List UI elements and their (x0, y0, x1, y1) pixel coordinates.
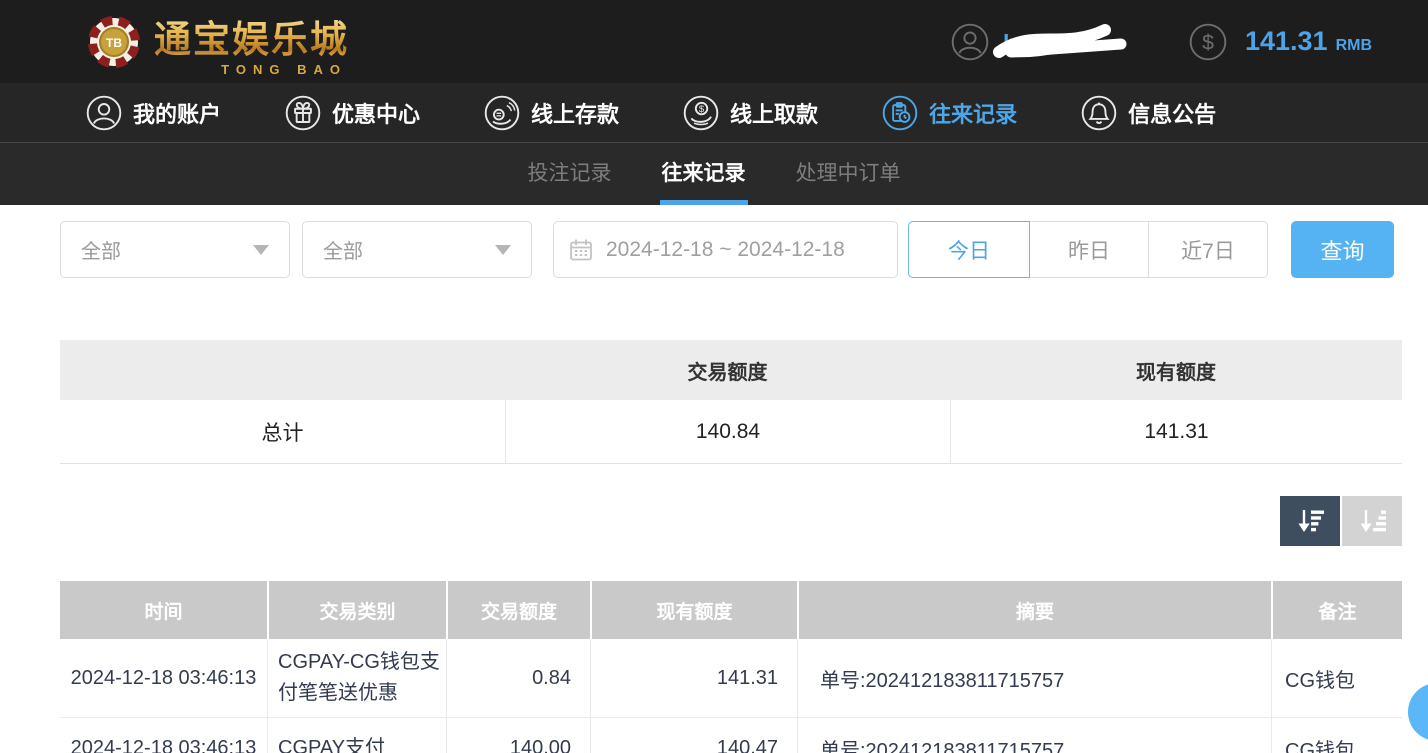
summary-total-label: 总计 (60, 400, 505, 463)
svg-text:$: $ (1202, 31, 1214, 54)
cell-summary: 单号:202412183811715757 (797, 639, 1271, 717)
summary-header-transaction-amount: 交易额度 (505, 340, 950, 400)
withdraw-hand-coin-icon: $ (683, 95, 719, 131)
summary-header-empty (60, 340, 505, 400)
nav-label: 往来记录 (929, 97, 1017, 129)
chevron-down-icon (253, 245, 269, 255)
quick-range-today-button[interactable]: 今日 (908, 221, 1030, 278)
quick-range-group: 今日 昨日 近7日 (908, 221, 1268, 278)
brand-name-en: TONG BAO (221, 62, 347, 77)
cell-amount: 140.00 (446, 718, 590, 753)
summary-header-current-balance: 现有额度 (950, 340, 1402, 400)
cell-amount: 0.84 (446, 639, 590, 717)
sort-ascending-icon (1356, 506, 1388, 536)
cell-note: CG钱包 (1271, 718, 1402, 753)
date-range-input[interactable]: 2024-12-18 ~ 2024-12-18 (553, 221, 898, 278)
sort-ascending-button[interactable] (1342, 496, 1402, 546)
table-header-row: 时间 交易类别 交易额度 现有额度 摘要 备注 (60, 581, 1402, 639)
user-area: bc7325 $ 141.31 RMB (951, 20, 1372, 64)
quick-range-yesterday-button[interactable]: 昨日 (1029, 221, 1149, 278)
tab-transaction-records[interactable]: 往来记录 (660, 143, 748, 205)
summary-table: 交易额度 现有额度 总计 140.84 141.31 (60, 340, 1402, 464)
svg-text:TB: TB (106, 36, 122, 50)
poker-chip-logo-icon: TB (88, 16, 140, 68)
date-range-value: 2024-12-18 ~ 2024-12-18 (606, 238, 845, 262)
nav-item-transaction-records[interactable]: 往来记录 (882, 95, 1017, 131)
summary-total-row: 总计 140.84 141.31 (60, 400, 1402, 463)
chevron-down-icon (495, 245, 511, 255)
cell-balance: 141.31 (590, 639, 797, 717)
records-clipboard-clock-icon (882, 95, 918, 131)
brand-logo[interactable]: TB 通宝娱乐城 TONG BAO (88, 9, 349, 75)
nav-item-online-deposit[interactable]: 线上存款 (484, 95, 619, 131)
summary-header-row: 交易额度 现有额度 (60, 340, 1402, 400)
type-select-1-value: 全部 (81, 235, 121, 264)
deposit-hand-coin-icon (484, 95, 520, 131)
col-header-balance: 现有额度 (590, 581, 797, 639)
nav-item-online-withdraw[interactable]: $ 线上取款 (683, 95, 818, 131)
summary-total-current-balance: 141.31 (950, 400, 1402, 463)
transactions-table: 时间 交易类别 交易额度 现有额度 摘要 备注 2024-12-18 03:46… (60, 581, 1402, 753)
summary-total-transaction-amount: 140.84 (505, 400, 950, 463)
col-header-summary: 摘要 (797, 581, 1271, 639)
nav-item-announcements[interactable]: 信息公告 (1081, 95, 1216, 131)
top-header: TB 通宝娱乐城 TONG BAO bc7325 $ 141.31 (0, 0, 1428, 83)
content-area: 全部 全部 2024-12-18 ~ 2024-12-18 今日 昨日 (0, 205, 1428, 753)
col-header-note: 备注 (1271, 581, 1402, 639)
cell-balance: 140.47 (590, 718, 797, 753)
cell-note: CG钱包 (1271, 639, 1402, 717)
nav-label: 信息公告 (1128, 97, 1216, 129)
sort-descending-icon (1294, 506, 1326, 536)
bell-icon (1081, 95, 1117, 131)
calendar-icon (568, 237, 594, 263)
cell-summary: 单号:202412183811715757 (797, 718, 1271, 753)
filter-row: 全部 全部 2024-12-18 ~ 2024-12-18 今日 昨日 (60, 221, 1402, 278)
quick-range-last7days-button[interactable]: 近7日 (1148, 221, 1268, 278)
gift-icon (285, 95, 321, 131)
balance[interactable]: 141.31 RMB (1245, 26, 1372, 57)
cell-type: CGPAY支付 (267, 718, 446, 753)
col-header-time: 时间 (60, 581, 267, 639)
user-avatar-icon (951, 23, 989, 61)
balance-currency: RMB (1336, 37, 1372, 55)
search-button[interactable]: 查询 (1291, 221, 1394, 278)
user-icon (86, 95, 122, 131)
table-row: 2024-12-18 03:46:13 CGPAY-CG钱包支付笔笔送优惠 0.… (60, 639, 1402, 718)
table-row: 2024-12-18 03:46:13 CGPAY支付 140.00 140.4… (60, 718, 1402, 753)
col-header-amount: 交易额度 (446, 581, 590, 639)
white-scribble-mask (993, 20, 1143, 66)
cell-time: 2024-12-18 03:46:13 (60, 718, 267, 753)
username-masked[interactable]: bc7325 (1003, 20, 1131, 64)
nav-label: 线上存款 (531, 97, 619, 129)
sub-tabs: 投注记录 往来记录 处理中订单 (0, 143, 1428, 205)
col-header-type: 交易类别 (267, 581, 446, 639)
main-nav: 我的账户 优惠中心 线上存款 $ 线上 (0, 83, 1428, 143)
brand-name: 通宝娱乐城 TONG BAO (154, 9, 349, 75)
cell-time: 2024-12-18 03:46:13 (60, 639, 267, 717)
sort-descending-button[interactable] (1280, 496, 1340, 546)
type-select-1[interactable]: 全部 (60, 221, 290, 278)
type-select-2-value: 全部 (323, 235, 363, 264)
cell-type: CGPAY-CG钱包支付笔笔送优惠 (267, 639, 446, 717)
svg-text:$: $ (699, 104, 705, 115)
nav-item-my-account[interactable]: 我的账户 (86, 95, 221, 131)
sort-buttons (60, 496, 1402, 546)
type-select-2[interactable]: 全部 (302, 221, 532, 278)
nav-label: 线上取款 (730, 97, 818, 129)
nav-item-promotions[interactable]: 优惠中心 (285, 95, 420, 131)
balance-amount: 141.31 (1245, 26, 1328, 57)
tab-pending-orders[interactable]: 处理中订单 (794, 143, 903, 205)
brand-name-cn: 通宝娱乐城 (154, 9, 349, 63)
nav-label: 优惠中心 (332, 97, 420, 129)
tab-betting-records[interactable]: 投注记录 (526, 143, 614, 205)
nav-label: 我的账户 (133, 97, 221, 129)
dollar-balance-icon: $ (1189, 23, 1227, 61)
